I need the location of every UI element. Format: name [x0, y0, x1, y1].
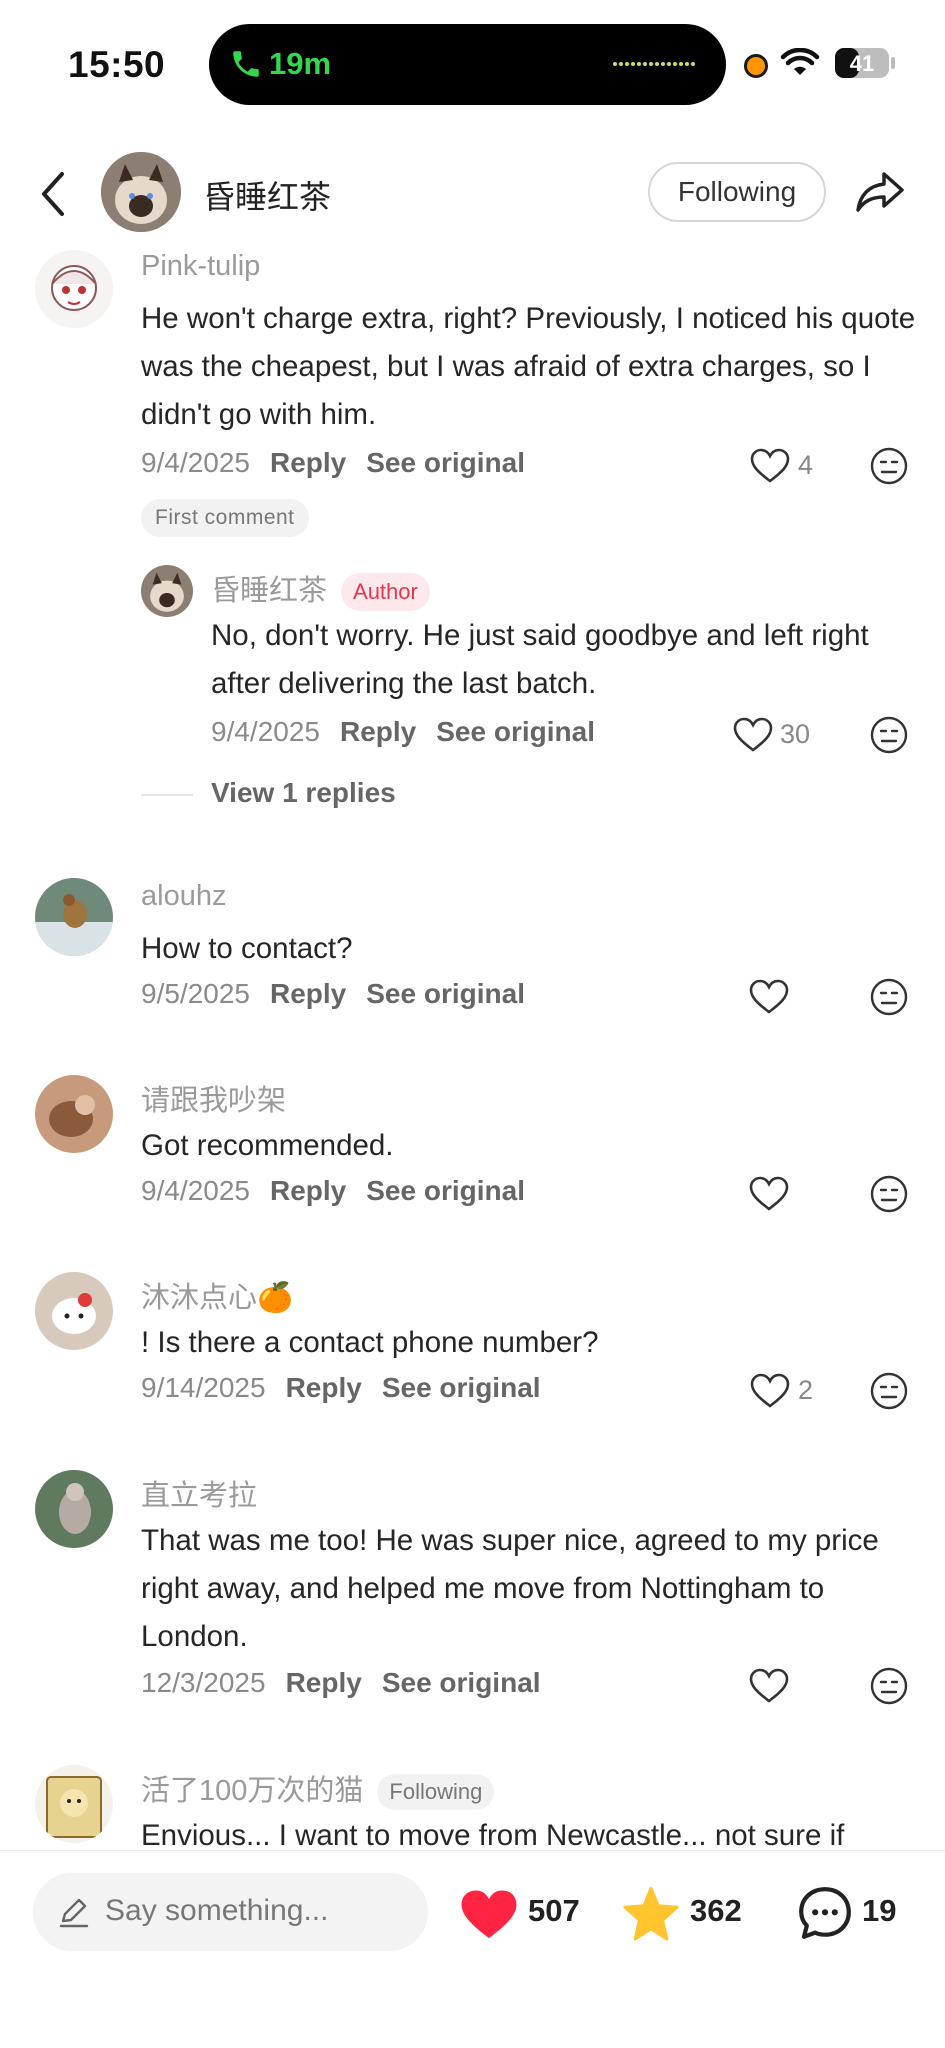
avatar[interactable]: [35, 250, 113, 328]
like-heart-icon[interactable]: [460, 1889, 518, 1941]
comment-author-name[interactable]: 活了100万次的猫: [141, 1775, 363, 1807]
comment-text: He won't charge extra, right? Previously…: [141, 302, 916, 431]
avatar[interactable]: [35, 1075, 113, 1153]
first-comment-badge: First comment: [141, 499, 309, 537]
dislike-face-icon[interactable]: [870, 716, 908, 754]
comment-date: 9/14/2025: [141, 1372, 266, 1403]
mic-indicator-dot: [744, 54, 768, 78]
comment-meta: 9/5/2025 Reply See original: [141, 978, 545, 1010]
like-count: 30: [780, 719, 811, 749]
audio-wave-icon: [613, 62, 701, 69]
see-original-button[interactable]: See original: [366, 447, 525, 478]
like-total: 507: [528, 1893, 580, 1928]
clock: 15:50: [68, 44, 166, 85]
top-nav: 昏睡红茶 Following: [0, 140, 945, 250]
comment-date: 12/3/2025: [141, 1667, 266, 1698]
avatar[interactable]: [141, 565, 193, 617]
see-original-button[interactable]: See original: [366, 978, 525, 1009]
dislike-face-icon[interactable]: [870, 1175, 908, 1213]
comment-author[interactable]: Pink-tulip: [141, 250, 260, 283]
heart-icon[interactable]: [733, 717, 773, 753]
reply-button[interactable]: Reply: [270, 447, 346, 478]
avatar[interactable]: [35, 878, 113, 956]
comment-meta: 9/4/2025 Reply See original: [141, 1175, 545, 1207]
heart-icon[interactable]: [749, 979, 789, 1015]
like-count: 4: [798, 450, 814, 480]
reply-button[interactable]: Reply: [340, 716, 416, 747]
comment-author[interactable]: 活了100万次的猫 Following: [141, 1767, 495, 1811]
comment-text: ! Is there a contact phone number?: [141, 1326, 599, 1359]
avatar[interactable]: [35, 1470, 113, 1548]
comment-text: That was me too! He was super nice, agre…: [141, 1524, 879, 1653]
phone-icon: [233, 51, 259, 77]
comment-text: Got recommended.: [141, 1129, 394, 1162]
comment-meta: 9/4/2025 Reply See original: [141, 447, 545, 479]
reply-button[interactable]: Reply: [270, 978, 346, 1009]
comment-meta: 9/14/2025 Reply See original: [141, 1372, 561, 1404]
view-replies-button[interactable]: View 1 replies: [211, 777, 396, 809]
comment-author[interactable]: 昏睡红茶 Author: [211, 567, 430, 612]
battery-icon: 41: [835, 48, 895, 78]
pencil-icon: [59, 1898, 89, 1928]
reply-author-name[interactable]: 昏睡红茶: [211, 575, 327, 607]
see-original-button[interactable]: See original: [436, 716, 595, 747]
comment-input-placeholder: Say something...: [105, 1894, 329, 1927]
comment-date: 9/5/2025: [141, 978, 250, 1009]
following-button[interactable]: Following: [648, 162, 826, 222]
comment-text: How to contact?: [141, 932, 353, 965]
divider: [141, 794, 193, 796]
reply-button[interactable]: Reply: [286, 1372, 362, 1403]
comment-date: 9/4/2025: [211, 716, 320, 747]
comment-text: No, don't worry. He just said goodbye an…: [211, 619, 869, 700]
dislike-face-icon[interactable]: [870, 1372, 908, 1410]
dynamic-island-call[interactable]: 19m: [209, 24, 726, 105]
back-icon[interactable]: [36, 166, 70, 222]
star-total: 362: [690, 1893, 742, 1928]
dislike-face-icon[interactable]: [870, 447, 908, 485]
comment-author[interactable]: 直立考拉: [141, 1472, 257, 1514]
star-icon[interactable]: [622, 1885, 680, 1941]
heart-icon[interactable]: [749, 1668, 789, 1704]
dislike-face-icon[interactable]: [870, 978, 908, 1016]
avatar[interactable]: [35, 1272, 113, 1350]
comment-list[interactable]: Pink-tulip He won't charge extra, right?…: [0, 250, 945, 1850]
comment-date: 9/4/2025: [141, 1175, 250, 1206]
call-duration: 19m: [269, 46, 332, 81]
comment-input[interactable]: Say something...: [33, 1873, 428, 1951]
author-name[interactable]: 昏睡红茶: [203, 172, 331, 218]
following-badge: Following: [377, 1774, 495, 1811]
dislike-face-icon[interactable]: [870, 1667, 908, 1705]
comment-bubble-icon[interactable]: [797, 1885, 853, 1941]
see-original-button[interactable]: See original: [382, 1372, 541, 1403]
comment-author[interactable]: 沐沐点心🍊: [141, 1274, 293, 1316]
wifi-icon: [780, 48, 820, 75]
comment-author[interactable]: alouhz: [141, 880, 226, 913]
comment-date: 9/4/2025: [141, 447, 250, 478]
status-bar: 15:50 19m 41: [0, 0, 945, 130]
see-original-button[interactable]: See original: [382, 1667, 541, 1698]
see-original-button[interactable]: See original: [366, 1175, 525, 1206]
share-icon[interactable]: [854, 166, 906, 216]
comment-meta: 12/3/2025 Reply See original: [141, 1667, 561, 1699]
comment-text: Envious... I want to move from Newcastle…: [141, 1819, 845, 1850]
bottom-action-bar: Say something... 507 362 19: [0, 1850, 945, 2048]
author-avatar[interactable]: [101, 152, 181, 232]
author-badge: Author: [341, 573, 430, 612]
comment-total: 19: [862, 1893, 897, 1928]
heart-icon[interactable]: [750, 448, 790, 484]
avatar[interactable]: [35, 1765, 113, 1843]
comment-author[interactable]: 请跟我吵架: [141, 1077, 286, 1119]
heart-icon[interactable]: [749, 1176, 789, 1212]
comment-meta: 9/4/2025 Reply See original: [211, 716, 615, 748]
battery-level: 41: [850, 51, 874, 76]
reply-button[interactable]: Reply: [270, 1175, 346, 1206]
reply-button[interactable]: Reply: [286, 1667, 362, 1698]
heart-icon[interactable]: [750, 1373, 790, 1409]
like-count: 2: [798, 1375, 814, 1405]
